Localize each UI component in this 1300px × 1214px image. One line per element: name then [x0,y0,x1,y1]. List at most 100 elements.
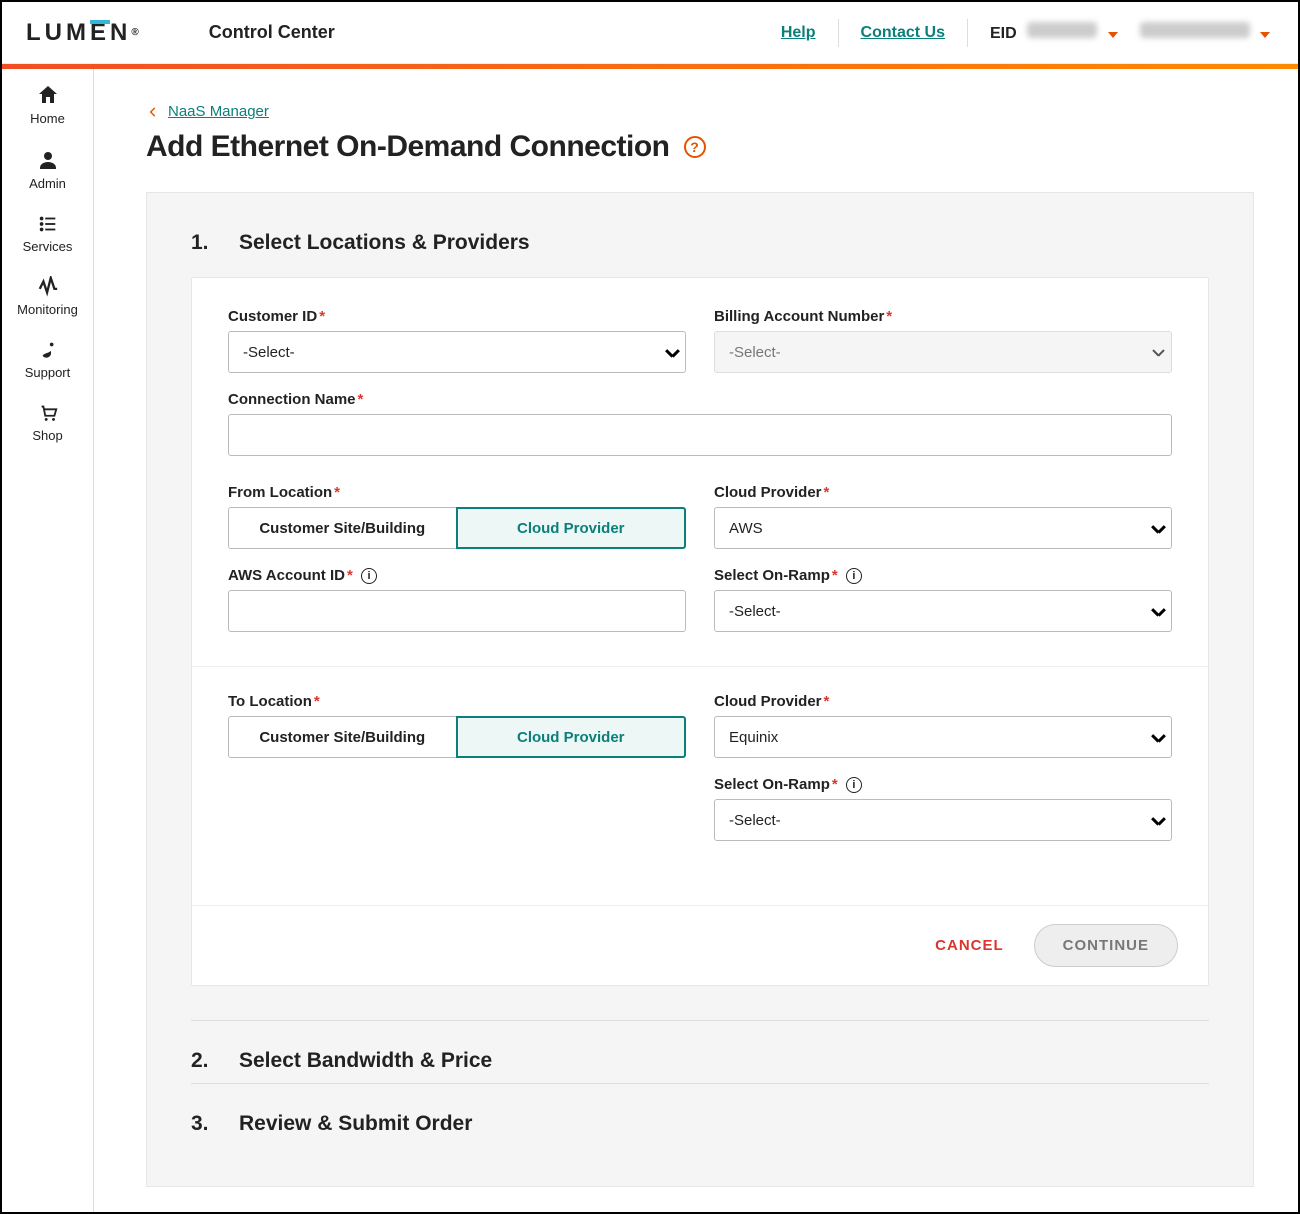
contact-link[interactable]: Contact Us [861,24,945,42]
eid-value-redacted [1027,22,1097,38]
to-cloud-provider-field: Cloud Provider* Equinix [714,693,1172,758]
field-label: AWS Account ID* i [228,567,686,584]
to-onramp-select[interactable]: -Select- [714,799,1172,841]
aws-account-input[interactable] [228,590,686,632]
billing-field: Billing Account Number* -Select- [714,308,1172,373]
select-value: -Select- [243,344,295,361]
step-title: Select Locations & Providers [239,231,530,255]
select-value: Equinix [729,729,778,746]
breadcrumb: NaaS Manager [146,103,1254,120]
field-label: Select On-Ramp* i [714,567,1172,584]
to-cloud-provider-select[interactable]: Equinix [714,716,1172,758]
brand-logo: LUMEN® [26,19,139,47]
sidebar-item-shop[interactable]: Shop [2,402,93,443]
to-location-field: To Location* Customer Site/Building Clou… [228,693,686,758]
wizard-panel: 1. Select Locations & Providers Customer… [146,192,1254,1187]
from-site-option[interactable]: Customer Site/Building [228,507,456,549]
home-icon [36,83,60,107]
page-title: Add Ethernet On-Demand Connection [146,130,670,164]
info-icon[interactable]: i [846,568,862,584]
field-label: Billing Account Number* [714,308,1172,325]
activity-icon [37,276,59,298]
field-label: Customer ID* [228,308,686,325]
field-label: Connection Name* [228,391,1172,408]
header-right: Help Contact Us EID [781,19,1270,47]
continue-button[interactable]: CONTINUE [1034,924,1178,967]
list-icon [37,213,59,235]
logo-e: E [90,19,110,47]
from-cloud-provider-select[interactable]: AWS [714,507,1172,549]
from-cloud-option[interactable]: Cloud Provider [456,507,687,549]
eid-dropdown[interactable]: EID [990,22,1118,43]
user-icon [36,148,60,172]
divider [967,19,968,47]
field-label: Cloud Provider* [714,693,1172,710]
select-value: -Select- [729,812,781,829]
billing-select[interactable]: -Select- [714,331,1172,373]
step-number: 1. [191,231,211,255]
cancel-button[interactable]: CANCEL [935,937,1004,954]
divider [838,19,839,47]
logo-part: N [110,19,131,47]
from-location-toggle: Customer Site/Building Cloud Provider [228,507,686,549]
breadcrumb-link[interactable]: NaaS Manager [168,103,269,120]
connection-name-field: Connection Name* [228,391,1172,456]
main-content: NaaS Manager Add Ethernet On-Demand Conn… [94,69,1298,1212]
sidebar-item-home[interactable]: Home [2,83,93,126]
customer-id-field: Customer ID* -Select- [228,308,686,373]
app-header: LUMEN® Control Center Help Contact Us EI… [2,2,1298,64]
step-2-header[interactable]: 2. Select Bandwidth & Price [191,1020,1209,1073]
chevron-left-icon [146,105,160,119]
sidebar-item-label: Shop [32,428,62,443]
support-icon [37,339,59,361]
info-icon[interactable]: i [846,777,862,793]
sidebar-item-label: Support [25,365,71,380]
help-icon[interactable]: ? [684,136,706,158]
select-value: AWS [729,520,763,537]
sidebar-item-label: Services [23,239,73,254]
sidebar: Home Admin Services Monitoring Support S… [2,69,94,1212]
step-1-card: Customer ID* -Select- Billing Account Nu… [191,277,1209,986]
connection-name-input[interactable] [228,414,1172,456]
from-onramp-select[interactable]: -Select- [714,590,1172,632]
step-number: 2. [191,1049,211,1073]
app-title: Control Center [209,22,335,43]
field-label: To Location* [228,693,686,710]
to-location-toggle: Customer Site/Building Cloud Provider [228,716,686,758]
to-onramp-field: Select On-Ramp* i -Select- [714,776,1172,841]
from-onramp-field: Select On-Ramp* i -Select- [714,567,1172,632]
step-3-header[interactable]: 3. Review & Submit Order [191,1083,1209,1136]
select-value: -Select- [729,344,781,361]
step-1-header: 1. Select Locations & Providers [191,227,1209,255]
step-title: Review & Submit Order [239,1112,472,1136]
sidebar-item-services[interactable]: Services [2,213,93,254]
select-value: -Select- [729,603,781,620]
to-cloud-option[interactable]: Cloud Provider [456,716,687,758]
sidebar-item-label: Monitoring [17,302,78,317]
logo-part: LUM [26,19,90,47]
step-number: 3. [191,1112,211,1136]
sidebar-item-monitoring[interactable]: Monitoring [2,276,93,317]
chevron-down-icon [1108,32,1118,38]
sidebar-item-label: Home [30,111,65,126]
field-label: Cloud Provider* [714,484,1172,501]
sidebar-item-label: Admin [29,176,66,191]
sidebar-item-admin[interactable]: Admin [2,148,93,191]
customer-id-select[interactable]: -Select- [228,331,686,373]
cart-icon [37,402,59,424]
account-value-redacted [1140,22,1250,38]
sidebar-item-support[interactable]: Support [2,339,93,380]
field-label: Select On-Ramp* i [714,776,1172,793]
to-site-option[interactable]: Customer Site/Building [228,716,456,758]
field-label: From Location* [228,484,686,501]
chevron-down-icon [1260,32,1270,38]
account-dropdown[interactable] [1140,22,1270,43]
divider [192,666,1208,667]
from-cloud-provider-field: Cloud Provider* AWS [714,484,1172,549]
info-icon[interactable]: i [361,568,377,584]
step-title: Select Bandwidth & Price [239,1049,492,1073]
from-location-field: From Location* Customer Site/Building Cl… [228,484,686,549]
card-actions: CANCEL CONTINUE [192,905,1208,985]
eid-label: EID [990,25,1017,42]
help-link[interactable]: Help [781,24,816,42]
